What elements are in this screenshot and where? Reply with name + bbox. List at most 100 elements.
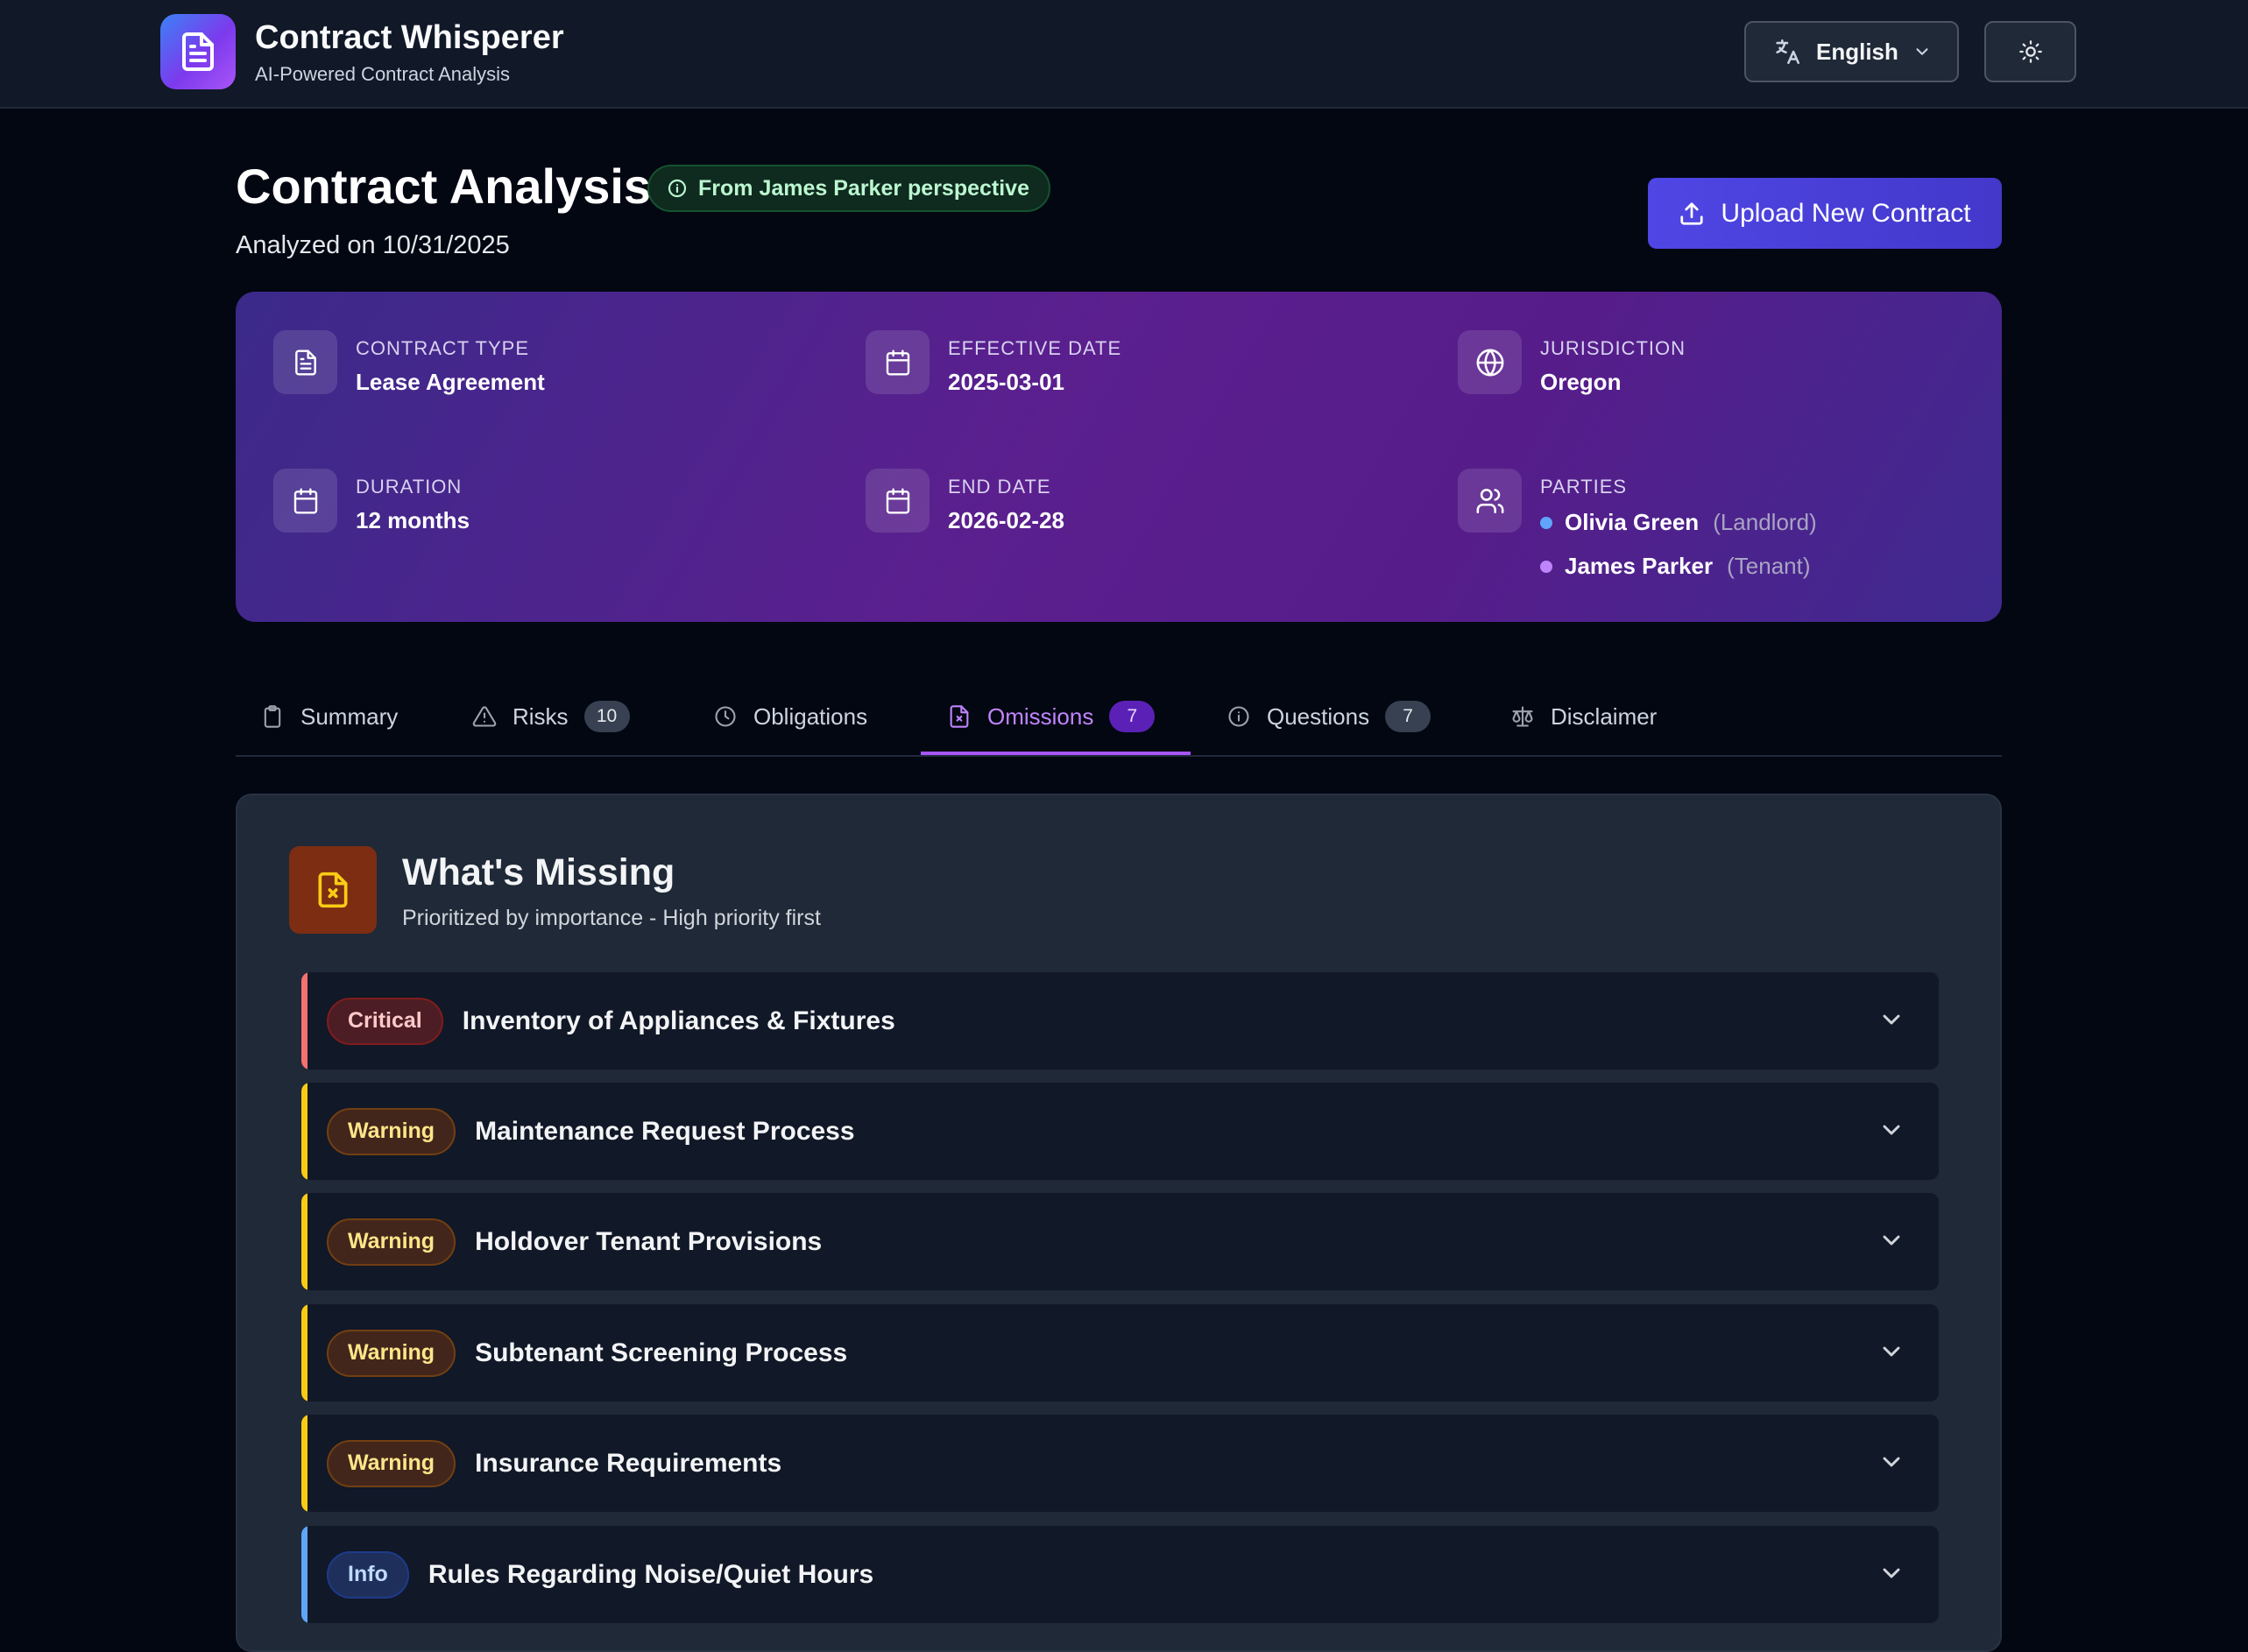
end-date-label: END DATE [948, 476, 1051, 498]
chevron-down-icon [1883, 1014, 1900, 1025]
parties-label: PARTIES [1540, 476, 1628, 498]
jurisdiction-label: JURISDICTION [1540, 337, 1686, 359]
party-role: (Tenant) [1727, 553, 1811, 579]
contract-type-label: CONTRACT TYPE [356, 337, 529, 359]
chevron-down-icon [1916, 48, 1928, 55]
globe-icon [1458, 330, 1522, 394]
language-label: English [1816, 38, 1898, 65]
tab-label: Disclaimer [1551, 702, 1658, 730]
omissions-panel: What's Missing Prioritized by importance… [236, 794, 2002, 1652]
severity-badge: Warning [327, 1329, 456, 1377]
severity-bar [301, 1304, 308, 1401]
upload-icon [1680, 201, 1704, 225]
scale-icon [1512, 706, 1533, 727]
omission-item[interactable]: Warning Holdover Tenant Provisions [301, 1193, 1939, 1290]
omission-item[interactable]: Warning Maintenance Request Process [301, 1083, 1939, 1180]
upload-label: Upload New Contract [1721, 198, 1971, 228]
top-bar: Contract Whisperer AI-Powered Contract A… [0, 0, 2248, 109]
users-icon [1458, 469, 1522, 533]
document-icon [273, 330, 337, 394]
omission-title: Insurance Requirements [475, 1448, 782, 1478]
party-role: (Landlord) [1713, 509, 1817, 535]
language-selector[interactable]: English [1744, 21, 1959, 82]
party-item: Olivia Green (Landlord) [1540, 509, 1817, 536]
severity-bar [301, 1193, 308, 1290]
severity-bar [301, 1415, 308, 1512]
contract-metadata-card: CONTRACT TYPE Lease Agreement EFFECTIVE … [236, 292, 2002, 622]
omission-item[interactable]: Info Rules Regarding Noise/Quiet Hours [301, 1526, 1939, 1623]
omission-title: Holdover Tenant Provisions [475, 1226, 823, 1256]
severity-bar [301, 1526, 308, 1623]
omission-title: Rules Regarding Noise/Quiet Hours [428, 1559, 874, 1589]
info-icon [1228, 706, 1249, 727]
severity-bar [301, 1083, 308, 1180]
tab-label: Obligations [753, 702, 868, 730]
tab-label: Omissions [987, 702, 1094, 730]
duration-label: DURATION [356, 476, 463, 498]
section-subtitle: Prioritized by importance - High priorit… [402, 906, 821, 930]
analyzed-date: Analyzed on 10/31/2025 [236, 231, 510, 259]
jurisdiction-value: Oregon [1540, 369, 1622, 395]
calendar-icon [866, 469, 930, 533]
tab-disclaimer[interactable]: Disclaimer [1510, 676, 1657, 757]
section-title: What's Missing [402, 851, 675, 893]
theme-toggle-button[interactable] [1984, 21, 2076, 82]
tab-questions[interactable]: Questions 7 [1227, 676, 1432, 757]
severity-badge: Warning [327, 1107, 456, 1155]
party-dot [1540, 516, 1552, 529]
party-name: James Parker [1565, 553, 1714, 579]
omission-item[interactable]: Critical Inventory of Appliances & Fixtu… [301, 972, 1939, 1070]
page-title: Contract Analysis [236, 159, 652, 214]
chevron-down-icon [1883, 1346, 1900, 1357]
clock-icon [715, 706, 736, 727]
app-subtitle: AI-Powered Contract Analysis [255, 63, 511, 85]
tab-label: Questions [1267, 702, 1370, 730]
party-dot [1540, 560, 1552, 573]
tab-label: Summary [300, 702, 399, 730]
severity-badge: Info [327, 1550, 409, 1599]
calendar-icon [866, 330, 930, 394]
clipboard-icon [264, 705, 281, 728]
chevron-down-icon [1883, 1457, 1900, 1467]
tab-bar: Summary Risks 10 Obligations Omissions 7… [236, 676, 2002, 757]
sun-icon [2018, 40, 2042, 63]
tab-label: Risks [513, 702, 569, 730]
tab-count-badge: 7 [1109, 701, 1156, 732]
upload-new-contract-button[interactable]: Upload New Contract [1648, 178, 2002, 249]
end-date-value: 2026-02-28 [948, 507, 1064, 533]
tab-omissions[interactable]: Omissions 7 [947, 676, 1156, 757]
omission-item[interactable]: Warning Subtenant Screening Process [301, 1304, 1939, 1401]
effective-date-label: EFFECTIVE DATE [948, 337, 1122, 359]
file-x-icon [950, 705, 969, 728]
perspective-badge: From James Parker perspective [647, 165, 1050, 212]
party-name: Olivia Green [1565, 509, 1700, 535]
app-title: Contract Whisperer [255, 19, 564, 56]
omission-title: Subtenant Screening Process [475, 1338, 848, 1367]
calendar-icon [273, 469, 337, 533]
omission-title: Maintenance Request Process [475, 1116, 855, 1146]
alert-triangle-icon [472, 706, 497, 727]
tab-count-badge: 7 [1385, 701, 1432, 732]
chevron-down-icon [1883, 1235, 1900, 1246]
severity-badge: Warning [327, 1218, 456, 1266]
omission-title: Inventory of Appliances & Fixtures [462, 1006, 895, 1035]
tab-count-badge: 10 [583, 701, 630, 732]
severity-bar [301, 972, 308, 1070]
chevron-down-icon [1883, 1568, 1900, 1578]
tab-summary[interactable]: Summary [260, 676, 398, 757]
translate-icon [1776, 39, 1800, 65]
info-icon [668, 179, 687, 198]
tab-risks[interactable]: Risks 10 [472, 676, 630, 757]
file-x-icon [289, 846, 377, 934]
omission-item[interactable]: Warning Insurance Requirements [301, 1415, 1939, 1512]
party-item: James Parker (Tenant) [1540, 553, 1811, 580]
active-tab-indicator [921, 752, 1191, 755]
app-logo [160, 14, 236, 89]
effective-date-value: 2025-03-01 [948, 369, 1064, 395]
duration-value: 12 months [356, 507, 470, 533]
chevron-down-icon [1883, 1125, 1900, 1135]
contract-type-value: Lease Agreement [356, 369, 545, 395]
perspective-label: From James Parker perspective [698, 175, 1029, 201]
tab-obligations[interactable]: Obligations [713, 676, 867, 757]
severity-badge: Warning [327, 1439, 456, 1487]
